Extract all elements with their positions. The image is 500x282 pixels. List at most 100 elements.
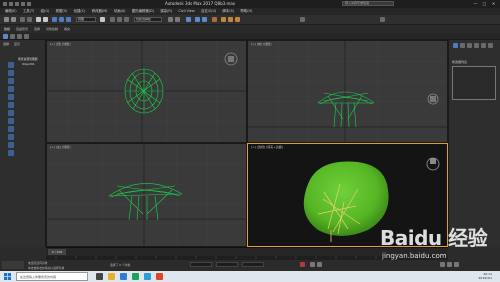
modifier-list-label[interactable]: 修改器列表 <box>452 60 467 64</box>
containers-filter-icon[interactable] <box>8 142 14 148</box>
link-icon[interactable] <box>20 17 25 22</box>
scene-root[interactable]: 场景资源管理器 <box>18 57 38 61</box>
viewport-label[interactable]: [+] [左] [线框] <box>50 145 70 149</box>
mirror-icon[interactable] <box>168 17 173 22</box>
minimize-button[interactable]: — <box>472 1 479 6</box>
menu-rendering[interactable]: 渲染(R) <box>160 8 172 15</box>
unlink-icon[interactable] <box>27 17 32 22</box>
search-input[interactable]: 键入关键字或短语 <box>342 1 394 6</box>
quick-access-icons[interactable] <box>3 2 33 7</box>
create-tab-icon[interactable] <box>453 43 458 48</box>
tab-select[interactable]: 选择 <box>3 42 9 46</box>
cameras-filter-icon[interactable] <box>8 94 14 100</box>
workspace-icon[interactable] <box>300 17 305 22</box>
reference-coordinate-dropdown[interactable]: 视图 <box>76 17 96 22</box>
select-object-icon[interactable] <box>36 17 41 22</box>
angle-snap-icon[interactable] <box>117 17 122 22</box>
tab-selection[interactable]: 选择 <box>34 27 40 31</box>
tab-display[interactable]: 显示 <box>14 42 20 46</box>
windows-start-icon[interactable] <box>4 273 11 280</box>
menu-tools[interactable]: 工具(T) <box>23 8 35 15</box>
display-icon[interactable] <box>10 34 15 39</box>
viewport-front[interactable]: [+] [前] [线框] <box>247 40 448 143</box>
system-clock[interactable]: 20:11 2019/3/1 <box>479 272 492 280</box>
shapes-filter-icon[interactable] <box>8 78 14 84</box>
snap-icon[interactable] <box>110 17 115 22</box>
x-coordinate-field[interactable] <box>190 262 212 267</box>
undo-icon[interactable] <box>4 17 9 22</box>
percent-snap-icon[interactable] <box>124 17 129 22</box>
project-icon[interactable] <box>380 17 385 22</box>
curve-editor-icon[interactable] <box>195 17 200 22</box>
render-icon[interactable] <box>235 17 240 22</box>
find-icon[interactable] <box>24 34 29 39</box>
modify-tab-icon[interactable] <box>460 43 465 48</box>
align-icon[interactable] <box>175 17 180 22</box>
utilities-tab-icon[interactable] <box>488 43 493 48</box>
schematic-view-icon[interactable] <box>202 17 207 22</box>
taskbar-search-input[interactable]: 在这里输入你要搜索的内容 <box>16 272 88 281</box>
maxscript-listener[interactable] <box>2 261 24 269</box>
space-warps-filter-icon[interactable] <box>8 110 14 116</box>
menu-group[interactable]: 组(G) <box>41 8 50 15</box>
scale-icon[interactable] <box>66 17 71 22</box>
redo-icon[interactable] <box>11 17 16 22</box>
hierarchy-tab-icon[interactable] <box>467 43 472 48</box>
scene-item[interactable]: Object01 <box>22 62 35 66</box>
maximize-button[interactable]: □ <box>481 1 488 6</box>
menu-customize[interactable]: 自定义(U) <box>201 8 216 15</box>
tab-modeling[interactable]: 建模 <box>4 27 10 31</box>
modifier-stack[interactable] <box>452 66 496 100</box>
menu-modifiers[interactable]: 修改器(M) <box>92 8 108 15</box>
tab-object-paint[interactable]: 对象绘制 <box>46 27 58 31</box>
viewport-label[interactable]: [+] [前] [线框] <box>251 42 271 46</box>
tab-populate[interactable]: 填充 <box>64 27 70 31</box>
selection-set-dropdown[interactable]: 创建选择集 <box>134 17 162 22</box>
layer-icon[interactable] <box>186 17 191 22</box>
y-coordinate-field[interactable] <box>216 262 238 267</box>
render-frame-icon[interactable] <box>228 17 233 22</box>
viewport-top[interactable]: [+] [顶] [线框] <box>46 40 247 143</box>
time-slider-handle[interactable]: 0 / 100 <box>48 249 66 255</box>
file-explorer-icon[interactable] <box>108 273 115 280</box>
lights-filter-icon[interactable] <box>8 86 14 92</box>
app2-icon[interactable] <box>156 273 163 280</box>
xrefs-filter-icon[interactable] <box>8 126 14 132</box>
menu-animation[interactable]: 动画(A) <box>114 8 126 15</box>
display-tab-icon[interactable] <box>481 43 486 48</box>
geometry-filter-icon[interactable] <box>8 70 14 76</box>
play-icon[interactable] <box>310 262 315 267</box>
menu-help[interactable]: 帮助(H) <box>240 8 252 15</box>
viewport-left[interactable]: [+] [左] [线框] <box>46 143 247 247</box>
groups-filter-icon[interactable] <box>8 118 14 124</box>
menu-graph-editors[interactable]: 图形编辑器(D) <box>132 8 154 15</box>
viewport-label[interactable]: [+] [透视] [真实+边面] <box>251 145 283 149</box>
z-coordinate-field[interactable] <box>242 262 264 267</box>
menu-scripting[interactable]: 脚本(S) <box>223 8 235 15</box>
frozen-filter-icon[interactable] <box>8 150 14 156</box>
browser-icon[interactable] <box>120 273 127 280</box>
move-icon[interactable] <box>52 17 57 22</box>
menu-civil-view[interactable]: Civil View <box>178 8 194 15</box>
menu-edit[interactable]: 编辑(E) <box>5 8 17 15</box>
tab-freeform[interactable]: 自由形式 <box>16 27 28 31</box>
next-frame-icon[interactable] <box>317 262 322 267</box>
pivot-icon[interactable] <box>100 17 105 22</box>
helpers-filter-icon[interactable] <box>8 102 14 108</box>
3dsmax-taskbar-icon[interactable] <box>144 273 151 280</box>
bones-filter-icon[interactable] <box>8 134 14 140</box>
viewport-label[interactable]: [+] [顶] [线框] <box>50 42 70 46</box>
motion-tab-icon[interactable] <box>474 43 479 48</box>
task-view-icon[interactable] <box>96 273 103 280</box>
material-editor-icon[interactable] <box>212 17 217 22</box>
select-by-name-icon[interactable] <box>43 17 48 22</box>
render-setup-icon[interactable] <box>221 17 226 22</box>
app-icon[interactable] <box>132 273 139 280</box>
menu-views[interactable]: 视图(V) <box>56 8 68 15</box>
sort-icon[interactable] <box>17 34 22 39</box>
menu-create[interactable]: 创建(C) <box>74 8 86 15</box>
close-button[interactable]: ✕ <box>490 1 497 6</box>
rotate-icon[interactable] <box>59 17 64 22</box>
auto-key-icon[interactable] <box>300 262 305 267</box>
select-all-icon[interactable] <box>8 62 14 68</box>
